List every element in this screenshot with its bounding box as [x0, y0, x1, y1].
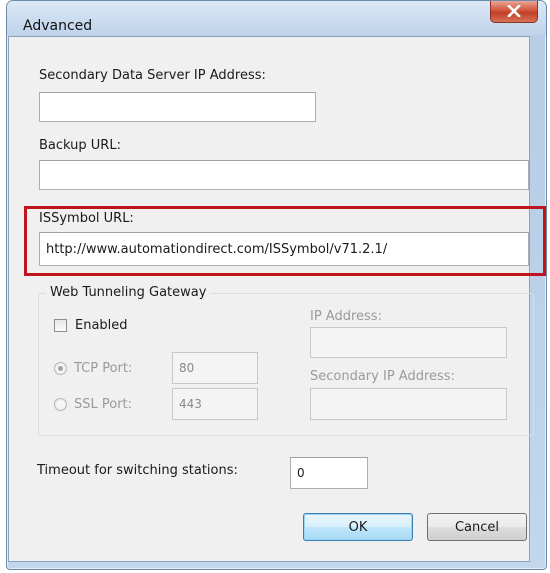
ok-button[interactable]: OK	[303, 513, 413, 541]
web-tunneling-gateway-legend: Web Tunneling Gateway	[46, 285, 211, 300]
secondary-ip-input[interactable]	[39, 92, 316, 122]
secondary-ip-address-label: Secondary IP Address:	[310, 369, 455, 384]
tcp-port-radio[interactable]	[54, 362, 67, 375]
cancel-button[interactable]: Cancel	[427, 513, 527, 541]
secondary-ip-label: Secondary Data Server IP Address:	[39, 68, 266, 83]
secondary-ip-address-input[interactable]	[310, 388, 507, 420]
window-title: Advanced	[23, 18, 93, 34]
enabled-label: Enabled	[75, 318, 128, 333]
ssl-port-radio[interactable]	[54, 398, 67, 411]
timeout-input[interactable]	[290, 457, 368, 489]
ip-address-input[interactable]	[310, 327, 507, 358]
ip-address-label: IP Address:	[310, 309, 382, 324]
tcp-port-input[interactable]	[172, 352, 258, 384]
backup-url-label: Backup URL:	[39, 138, 121, 153]
close-icon	[507, 5, 521, 17]
ssl-port-input[interactable]	[172, 388, 258, 420]
issymbol-url-label: ISSymbol URL:	[39, 211, 134, 226]
issymbol-url-input[interactable]	[39, 232, 529, 266]
enabled-checkbox[interactable]	[54, 319, 67, 332]
ssl-port-label: SSL Port:	[74, 397, 133, 412]
title-bar[interactable]: Advanced	[7, 1, 546, 35]
timeout-label: Timeout for switching stations:	[37, 463, 238, 478]
tcp-port-label: TCP Port:	[74, 361, 133, 376]
close-button[interactable]	[490, 1, 538, 23]
backup-url-input[interactable]	[39, 160, 529, 190]
